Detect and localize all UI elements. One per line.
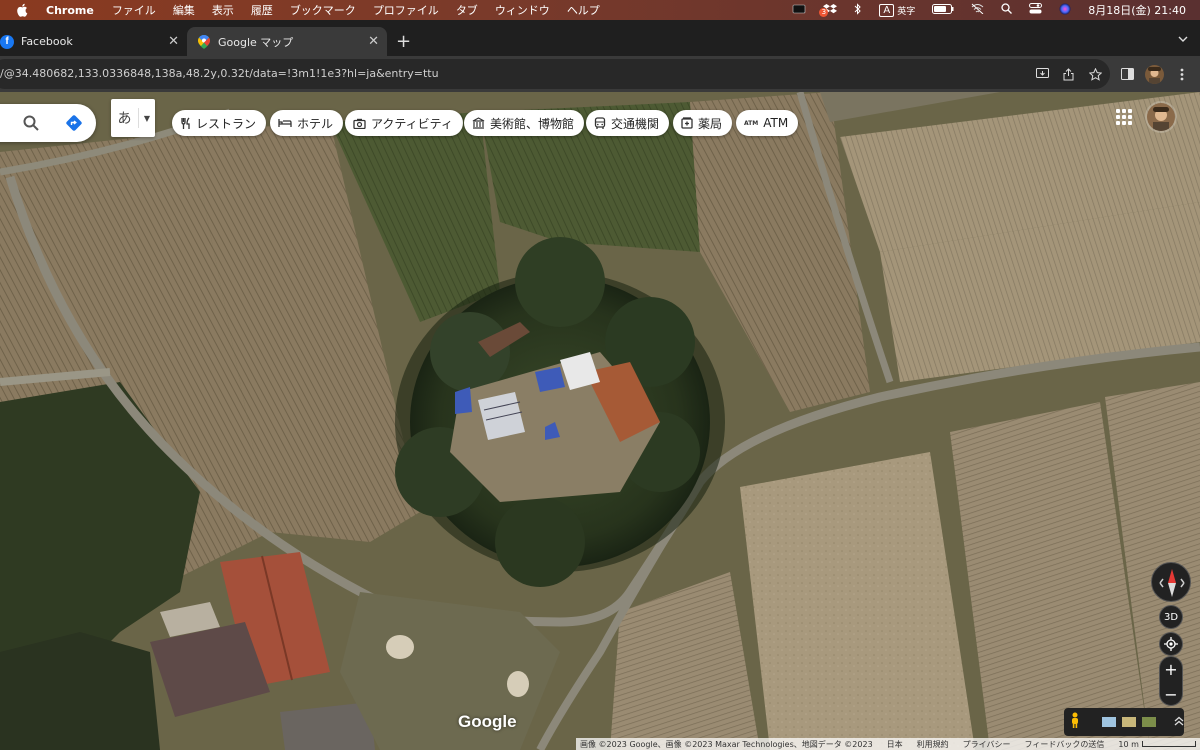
menu-edit[interactable]: 編集 xyxy=(173,2,195,18)
bed-icon xyxy=(278,118,292,128)
view-3d-toggle[interactable]: 3D xyxy=(1159,605,1183,629)
map-search-box[interactable] xyxy=(0,104,96,142)
google-logo: Google xyxy=(458,712,517,731)
close-tab-icon[interactable]: ✕ xyxy=(168,34,179,49)
side-panel-icon[interactable] xyxy=(1119,66,1135,82)
address-bar[interactable]: /@34.480682,133.0336848,138a,48.2y,0.32t… xyxy=(0,59,1110,89)
map-canvas[interactable]: あ ▼ レストラン ホテル アクティビティ 美術館、博物館 交通機関 薬局 AT… xyxy=(0,92,1200,750)
input-source[interactable]: A 英字 xyxy=(879,3,916,17)
search-icon[interactable] xyxy=(23,115,39,135)
chip-label: 交通機関 xyxy=(611,116,660,131)
scale-line xyxy=(1141,741,1196,747)
share-icon[interactable] xyxy=(1060,66,1076,82)
close-tab-icon[interactable]: ✕ xyxy=(368,34,379,49)
bluetooth-icon[interactable] xyxy=(854,2,862,18)
display-icon[interactable] xyxy=(792,4,806,17)
tab-strip: f Facebook ✕ Google マップ ✕ + xyxy=(0,20,1200,56)
layer-thumb-map-icon[interactable] xyxy=(1102,717,1116,727)
layer-thumb-terrain-icon[interactable] xyxy=(1122,717,1136,727)
dropbox-icon[interactable]: 3 xyxy=(819,3,838,18)
tab-facebook[interactable]: f Facebook ✕ xyxy=(0,27,187,56)
tab-google-maps[interactable]: Google マップ ✕ xyxy=(187,27,387,56)
chip-label: ホテル xyxy=(297,116,334,131)
siri-icon[interactable] xyxy=(1059,3,1071,18)
chip-label: 美術館、博物館 xyxy=(490,116,575,131)
profile-avatar[interactable] xyxy=(1145,65,1164,84)
menu-tab[interactable]: タブ xyxy=(456,2,478,18)
fork-knife-icon xyxy=(180,117,191,130)
tab-title: Google マップ xyxy=(218,35,294,49)
scale-bar[interactable]: 10 m xyxy=(1118,740,1196,749)
spotlight-search-icon[interactable] xyxy=(1001,3,1013,17)
chip-label: レストラン xyxy=(196,116,257,131)
menu-view[interactable]: 表示 xyxy=(212,2,234,18)
menu-history[interactable]: 履歴 xyxy=(251,2,273,18)
chip-hotels[interactable]: ホテル xyxy=(270,110,344,136)
browser-toolbar: /@34.480682,133.0336848,138a,48.2y,0.32t… xyxy=(0,56,1200,92)
terms-link[interactable]: 利用規約 xyxy=(917,739,949,750)
apple-icon[interactable] xyxy=(16,3,30,17)
chip-activities[interactable]: アクティビティ xyxy=(345,110,463,136)
google-apps-grid-icon[interactable] xyxy=(1116,109,1132,125)
chip-label: ATM xyxy=(763,116,789,130)
account-avatar[interactable] xyxy=(1147,103,1175,131)
battery-icon[interactable] xyxy=(932,3,954,17)
zoom-in-button[interactable]: + xyxy=(1160,657,1182,682)
view-3d-label: 3D xyxy=(1163,611,1179,623)
chip-transit[interactable]: 交通機関 xyxy=(586,110,670,136)
google-maps-icon xyxy=(197,34,211,49)
menu-bookmarks[interactable]: ブックマーク xyxy=(290,2,356,18)
control-center-icon[interactable] xyxy=(1029,3,1043,17)
install-app-icon[interactable] xyxy=(1034,66,1050,82)
my-location-icon[interactable] xyxy=(1159,632,1183,656)
menu-window[interactable]: ウィンドウ xyxy=(495,2,550,18)
tab-search-chevron-icon[interactable] xyxy=(1178,32,1188,45)
chip-pharmacy[interactable]: 薬局 xyxy=(673,110,733,136)
camera-icon xyxy=(353,118,366,129)
imagery-credit: 画像 ©2023 Google、画像 ©2023 Maxar Technolog… xyxy=(580,739,873,749)
caret-down-icon[interactable]: ▼ xyxy=(139,114,155,123)
url-text: /@34.480682,133.0336848,138a,48.2y,0.32t… xyxy=(0,67,439,80)
chip-museums[interactable]: 美術館、博物館 xyxy=(464,110,585,136)
directions-icon[interactable] xyxy=(65,114,83,136)
attribution-bar: 画像 ©2023 Google、画像 ©2023 Maxar Technolog… xyxy=(576,738,1200,750)
pegman-icon[interactable] xyxy=(1070,712,1080,732)
tab-title: Facebook xyxy=(21,35,73,48)
zoom-out-button[interactable]: − xyxy=(1160,682,1182,707)
layers-panel[interactable] xyxy=(1064,708,1184,736)
menu-file[interactable]: ファイル xyxy=(112,2,156,18)
bookmark-star-icon[interactable] xyxy=(1087,66,1103,82)
bus-icon xyxy=(594,116,606,130)
menu-help[interactable]: ヘルプ xyxy=(567,2,600,18)
zoom-control: + − xyxy=(1159,656,1183,706)
facebook-icon: f xyxy=(0,34,14,49)
satellite-imagery xyxy=(0,92,1200,750)
ime-mode-chip[interactable]: あ ▼ xyxy=(111,99,155,137)
pharmacy-icon xyxy=(681,117,693,129)
menu-profiles[interactable]: プロファイル xyxy=(373,2,439,18)
macos-menu-bar: Chrome ファイル 編集 表示 履歴 ブックマーク プロファイル タブ ウィ… xyxy=(0,0,1200,20)
atm-icon: ATM xyxy=(744,119,759,127)
compass-control[interactable] xyxy=(1151,562,1191,602)
feedback-link[interactable]: フィードバックの送信 xyxy=(1025,739,1105,750)
menubar-clock[interactable]: 8月18日(金) 21:40 xyxy=(1088,2,1186,18)
chip-restaurants[interactable]: レストラン xyxy=(172,110,267,136)
chip-label: 薬局 xyxy=(698,116,723,131)
chip-atm[interactable]: ATM ATM xyxy=(736,110,799,136)
input-source-badge: A xyxy=(879,3,895,17)
ime-mode-char: あ xyxy=(111,108,139,128)
notification-badge: 3 xyxy=(819,7,829,17)
scale-label: 10 m xyxy=(1118,739,1139,749)
layer-thumb-satellite-icon[interactable] xyxy=(1142,717,1156,727)
wifi-off-icon[interactable] xyxy=(971,3,984,17)
chrome-menu-kebab-icon[interactable] xyxy=(1174,66,1190,82)
privacy-link[interactable]: プライバシー xyxy=(963,739,1011,750)
input-source-label: 英字 xyxy=(897,6,916,17)
app-name-menu[interactable]: Chrome xyxy=(46,4,94,17)
chip-label: アクティビティ xyxy=(371,116,453,131)
new-tab-plus-icon[interactable]: + xyxy=(396,31,411,52)
museum-icon xyxy=(472,117,485,129)
expand-chevron-up-icon[interactable] xyxy=(1174,716,1184,729)
region-link[interactable]: 日本 xyxy=(887,739,903,750)
